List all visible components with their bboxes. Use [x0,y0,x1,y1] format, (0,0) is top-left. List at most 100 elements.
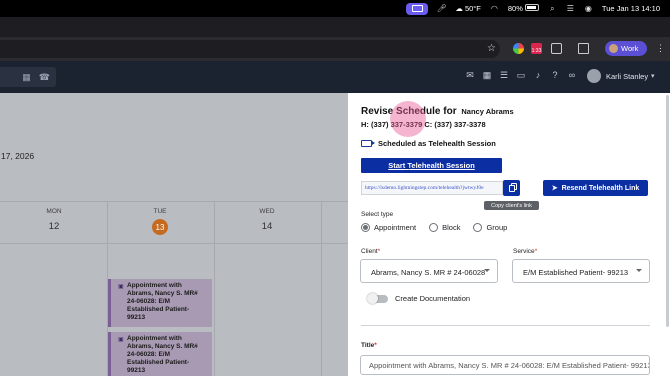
appointment-card[interactable]: ▣ Appointment with Abrams, Nancy S. MR# … [108,332,212,376]
required-mark: * [374,342,377,349]
appointment-card[interactable]: ▣ Appointment with Abrams, Nancy S. MR# … [108,279,212,327]
divider [214,201,215,376]
create-documentation-row: Create Documentation [367,292,471,304]
bookmark-star-icon[interactable]: ☆ [487,43,496,54]
phone-icon[interactable]: ☎︎ [39,72,50,83]
weather-temp: 50°F [464,4,481,13]
divider [0,201,348,202]
day-of-week: MON [46,208,62,215]
megaphone-icon[interactable]: ✉︎ [465,70,475,80]
radio-label: Block [442,223,461,232]
video-icon: ▣ [118,284,124,290]
telehealth-status: Scheduled as Telehealth Session [361,139,496,148]
list-icon[interactable]: ☰ [499,70,509,80]
spotlight-search-icon[interactable]: ⌕ [548,4,557,13]
screen-share-icon[interactable] [406,2,429,15]
microphone-icon[interactable]: 🎤︎ [437,4,447,13]
telehealth-link-field[interactable]: https://lsdemo.lightningstep.com/telehea… [361,181,503,195]
battery-status[interactable]: 80% [508,4,539,13]
title-label-text: Title [361,342,375,349]
weather-status[interactable]: ☁︎ 50°F [455,4,481,13]
day-of-week: WED [259,208,275,215]
select-type-label: Select type [361,211,394,218]
client-label: Client* [361,248,380,255]
copy-link-tooltip: Copy client's link [484,201,539,210]
type-radio-group: Appointment Block Group [361,223,507,232]
link-icon[interactable]: ∞ [567,70,577,80]
required-mark: * [534,248,538,255]
telehealth-status-text: Scheduled as Telehealth Session [378,139,496,148]
header-left-tools: ▦ ☎︎ [0,67,56,87]
create-documentation-label: Create Documentation [395,294,471,303]
calendar-icon[interactable]: ▦ [22,72,31,83]
bell-icon[interactable]: ♪︎ [533,70,543,80]
radio-unselected-icon[interactable] [429,223,439,232]
chevron-down-icon[interactable]: ▾ [651,72,655,80]
control-center-icon[interactable]: ☰ [566,4,575,13]
radio-label: Group [486,223,508,232]
radio-label: Appointment [374,223,417,232]
header-icons: ✉︎ ▦ ☰ ▭ ♪︎ ? ∞ [465,70,577,81]
today-day-number[interactable]: 13 [152,219,168,235]
browser-menu-icon[interactable]: ⋮ [656,43,665,54]
start-telehealth-button[interactable]: Start Telehealth Session [361,158,502,173]
chat-icon[interactable]: ▭ [516,70,526,80]
radio-unselected-icon[interactable] [473,223,483,232]
address-bar[interactable] [0,40,500,58]
send-icon: ➤ [551,185,558,192]
battery-percent: 80% [507,4,523,13]
extensions-puzzle-icon[interactable] [551,43,562,54]
service-label: Service* [513,248,537,255]
day-of-week: TUE [153,208,167,215]
service-select-value: E/M Established Patient- 99213 [523,268,629,277]
radio-block[interactable]: Block [429,223,460,232]
radio-appointment[interactable]: Appointment [361,223,416,232]
battery-icon [524,4,539,11]
calendar-background: 17, 2026 MON 12 TUE 13 WED 14 ▣ Appointm… [0,93,348,376]
menubar-clock[interactable]: Tue Jan 13 14:10 [602,4,660,13]
resend-label: Resend Telehealth Link [561,184,640,192]
weather-icon: ☁︎ [455,4,465,13]
copy-link-button[interactable] [503,180,520,196]
copy-icon [508,184,515,192]
user-name[interactable]: Karli Stanley [606,72,648,81]
required-mark: * [377,248,381,255]
browser-tab-strip [0,17,670,37]
page-title: Revise Schedule for Nancy Abrams [361,106,514,117]
day-number[interactable]: 12 [34,221,74,232]
video-icon: ▣ [118,337,124,343]
extension-color-icon[interactable] [513,43,524,54]
appointment-text: Appointment with Abrams, Nancy S. MR# 24… [127,335,198,374]
side-panel-icon[interactable] [578,43,589,54]
service-select[interactable]: E/M Established Patient- 99213 [512,259,650,283]
siri-icon[interactable]: ◉ [584,4,593,13]
radio-selected-icon[interactable] [361,223,370,232]
revise-schedule-panel: Revise Schedule for Nancy Abrams H: (337… [348,93,670,376]
dropdown-caret-icon [636,269,642,272]
help-icon[interactable]: ? [550,70,560,80]
appointment-text: Appointment with Abrams, Nancy S. MR# 24… [127,282,198,321]
divider [321,201,322,376]
radio-group[interactable]: Group [473,223,507,232]
profile-avatar [609,44,618,53]
pointer-hand-icon: ☝︎ [405,164,411,174]
service-label-text: Service [513,248,535,255]
title-input[interactable]: Appointment with Abrams, Nancy S. MR # 2… [360,355,650,375]
client-name: Nancy Abrams [461,107,514,116]
video-camera-icon [361,140,375,147]
resend-telehealth-link-button[interactable]: ➤ Resend Telehealth Link [543,180,648,196]
title-label: Title* [361,342,377,349]
client-select[interactable]: Abrams, Nancy S. MR # 24-06028 [360,259,498,283]
divider [0,243,348,244]
day-number[interactable]: 14 [247,221,287,232]
schedule-icon[interactable]: ▦ [482,70,492,80]
wifi-icon[interactable]: ◠ [490,4,499,13]
user-avatar[interactable] [587,69,601,83]
dropdown-caret-icon [484,269,490,272]
panel-scrollbar[interactable] [666,95,669,327]
profile-label: Work [621,44,639,53]
create-documentation-toggle[interactable] [367,292,388,304]
client-label-text: Client [361,248,378,255]
browser-profile-button[interactable]: Work [605,41,647,56]
extension-timer-icon[interactable]: 1:33 [531,43,542,54]
